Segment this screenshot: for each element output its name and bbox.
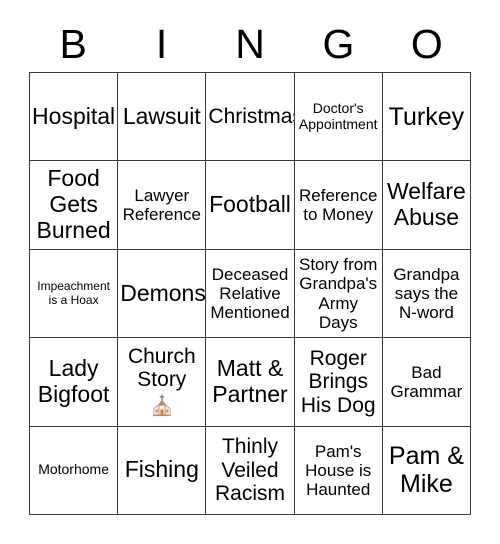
bingo-cell[interactable]: Lawyer Reference (118, 161, 207, 250)
bingo-cell-label: Deceased Relative Mentioned (210, 264, 290, 323)
bingo-cell-label: Lawyer Reference (122, 186, 202, 225)
bingo-cell-label: Welfare Abuse (387, 178, 466, 231)
bingo-cell-label: Thinly Veiled Racism (215, 435, 286, 506)
bingo-cell[interactable]: Motorhome (30, 426, 119, 516)
bingo-cell[interactable]: Turkey (382, 73, 472, 162)
bingo-cell[interactable]: Roger Brings His Dog (294, 338, 383, 427)
bingo-cell-label: Fishing (124, 456, 199, 483)
bingo-row: Lady Bigfoot Church Story Matt & Partner Ro… (30, 338, 472, 427)
bingo-cell[interactable]: Grandpa says the N-word (382, 249, 472, 339)
bingo-cell-label: Motorhome (38, 461, 109, 478)
bingo-header-letter-n: N (235, 20, 265, 67)
bingo-cell[interactable]: Pam & Mike (382, 426, 472, 516)
bingo-header-letter-b: B (59, 20, 87, 67)
bingo-cell-label: Story from Grandpa's Army Days (299, 255, 378, 332)
bingo-cell[interactable]: Church Story (118, 338, 207, 427)
bingo-cell-label: Roger Brings His Dog (300, 346, 376, 417)
bingo-header-row: BINGO (29, 16, 471, 72)
bingo-header-letter-o: O (410, 20, 443, 67)
bingo-row: Food Gets Burned Lawyer Reference Football… (30, 161, 472, 250)
bingo-cell[interactable]: Doctor's Appointment (294, 73, 383, 162)
bingo-cell-label: Turkey (388, 102, 465, 131)
bingo-cell-label: Pam & Mike (388, 442, 464, 499)
bingo-cell-label: Food Gets Burned (36, 165, 111, 243)
bingo-grid: Hospital Lawsuit Christmas Doctor's Appoint… (29, 72, 472, 516)
bingo-cell[interactable]: Bad Grammar (382, 338, 472, 427)
bingo-cell[interactable]: Thinly Veiled Racism (206, 426, 295, 516)
bingo-card: B I N G O Hospital Lawsuit Christmas Doctor's A… (0, 0, 500, 544)
bingo-cell[interactable]: Story from Grandpa's Army Days (294, 249, 383, 339)
bingo-cell[interactable]: Reference to Money (294, 161, 383, 250)
bingo-cell[interactable]: Fishing (118, 426, 207, 516)
bingo-row: Hospital Lawsuit Christmas Doctor's Appoint… (30, 73, 472, 162)
bingo-cell-label: Demons (120, 279, 206, 306)
bingo-cell-label: Lawsuit (122, 102, 201, 129)
bingo-cell[interactable]: Hospital (30, 73, 119, 162)
bingo-cell-label: Matt & Partner (212, 355, 288, 407)
bingo-cell[interactable]: Lawsuit (118, 73, 207, 162)
bingo-cell-label: Grandpa says the N-word (393, 264, 460, 323)
bingo-cell[interactable]: Lady Bigfoot (30, 338, 119, 427)
bingo-cell[interactable]: Christmas (206, 73, 295, 162)
bingo-cell-label: Christmas (208, 104, 295, 128)
bingo-cell[interactable]: Welfare Abuse (382, 161, 472, 250)
bingo-cell-label: Hospital (32, 102, 116, 129)
bingo-header-letter-g: G (322, 20, 355, 67)
bingo-cell-label: Church Story (127, 344, 196, 392)
bingo-cell[interactable]: Demons (118, 249, 207, 339)
bingo-cell-label: Impeachment is a Hoax (37, 279, 110, 307)
bingo-cell-label: Football (209, 191, 291, 218)
bingo-cell[interactable]: Impeachment is a Hoax (30, 249, 119, 339)
bingo-row: Motorhome Fishing Thinly Veiled Racism Pam'… (30, 426, 472, 516)
bingo-cell-label: Doctor's Appointment (298, 100, 378, 132)
bingo-cell[interactable]: Pam's House is Haunted (294, 426, 383, 516)
bingo-cell-label: Bad Grammar (390, 362, 463, 401)
bingo-cell[interactable]: Matt & Partner (206, 338, 295, 427)
bingo-cell-label: Reference to Money (298, 186, 378, 225)
bingo-cell-label: Pam's House is Haunted (305, 441, 372, 499)
bingo-cell-label: Lady Bigfoot (37, 355, 110, 407)
bingo-cell[interactable]: Football (206, 161, 295, 250)
bingo-cell[interactable]: Deceased Relative Mentioned (206, 249, 295, 339)
bingo-row: Impeachment is a Hoax Demons Deceased Rela… (30, 249, 472, 339)
bingo-header-letter-i: I (155, 20, 168, 67)
church-icon (149, 393, 175, 419)
bingo-cell[interactable]: Food Gets Burned (30, 161, 119, 250)
